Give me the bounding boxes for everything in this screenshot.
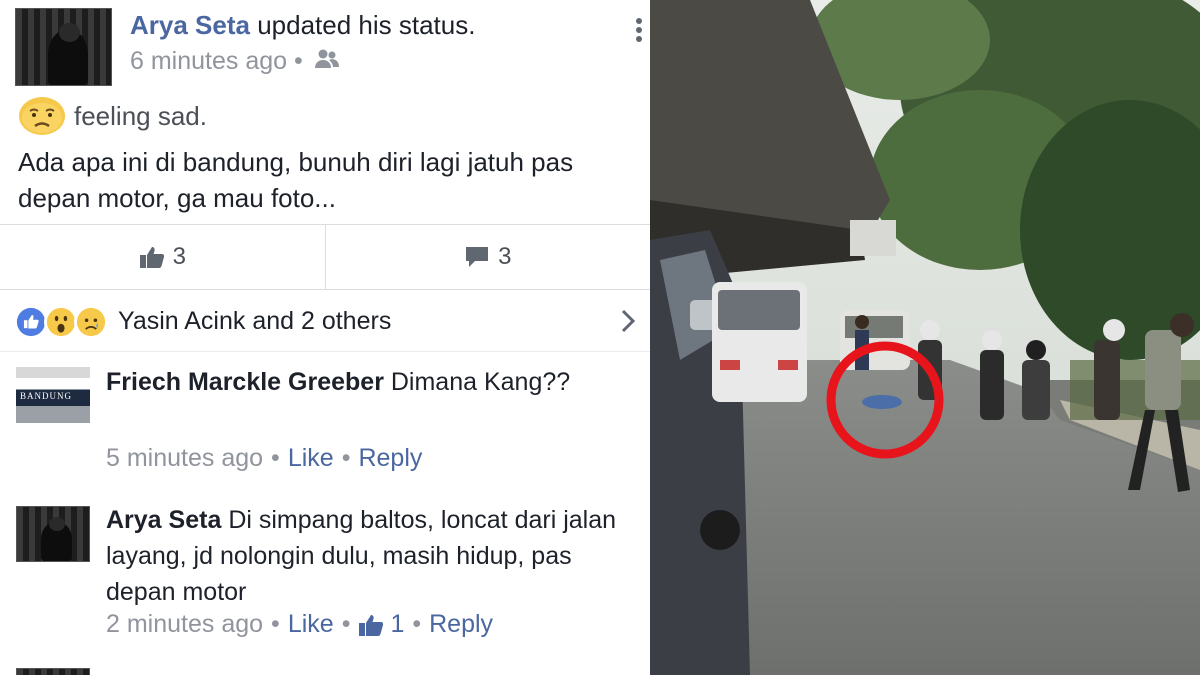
facebook-post-panel: Arya Seta updated his status. 6 minutes … (0, 0, 650, 675)
post-action-text: updated his status. (257, 10, 476, 40)
comment-like-count[interactable]: 1 (390, 610, 404, 639)
commenter-avatar-partial[interactable] (16, 668, 90, 675)
reactions-text: Yasin Acink and 2 others (118, 307, 392, 335)
like-count: 3 (172, 243, 186, 270)
comment-body: Friech Marckle Greeber Dimana Kang?? (106, 364, 636, 400)
thumbs-up-icon (139, 247, 164, 268)
comment-item: BANDUNG Friech Marckle Greeber Dimana Ka… (0, 352, 650, 492)
comment-timestamp[interactable]: 2 minutes ago (106, 610, 263, 639)
status-text: Ada apa ini di bandung, bunuh diri lagi … (18, 147, 574, 213)
comment-count: 3 (498, 243, 512, 270)
author-name-link[interactable]: Arya Seta (130, 10, 250, 40)
like-reaction-icon (14, 304, 48, 339)
commenter-avatar[interactable]: BANDUNG (16, 367, 90, 423)
commenter-name-link[interactable]: Arya Seta (106, 506, 221, 534)
feeling-text: feeling sad. (74, 100, 207, 131)
comment-meta: 5 minutes ago • Like • Reply (106, 444, 423, 473)
reactions-summary[interactable]: Yasin Acink and 2 others (0, 292, 650, 352)
sad-face-icon (19, 97, 65, 135)
wow-reaction-icon (44, 304, 78, 339)
comment-meta: 2 minutes ago • Like • 1 • Reply (106, 610, 494, 639)
comment-text: Dimana Kang?? (390, 368, 571, 396)
comment-timestamp[interactable]: 5 minutes ago (106, 444, 263, 473)
comment-item: Arya Seta Di simpang baltos, loncat dari… (0, 492, 650, 662)
commenter-name-link[interactable]: Friech Marckle Greeber (106, 368, 384, 396)
post-header: Arya Seta updated his status. (130, 10, 475, 41)
comment-reply-link[interactable]: Reply (429, 610, 493, 639)
sad-reaction-icon (74, 304, 108, 339)
post-timestamp[interactable]: 6 minutes ago (130, 47, 287, 75)
chevron-right-icon[interactable] (620, 308, 636, 334)
feeling-row: feeling sad. (18, 96, 207, 136)
commenter-avatar[interactable] (16, 506, 90, 562)
comment-bubble-icon (466, 247, 489, 267)
post-options-menu-icon[interactable] (634, 18, 644, 44)
post-action-bar: 3 3 (0, 224, 650, 290)
comment-count-button[interactable]: 3 (324, 225, 651, 289)
comment-reply-link[interactable]: Reply (358, 444, 422, 473)
comment-like-link[interactable]: Like (288, 444, 334, 473)
street-scene-image (650, 0, 1200, 675)
post-timestamp-row: 6 minutes ago • (130, 47, 340, 77)
author-avatar[interactable] (15, 8, 112, 86)
comment-body: Arya Seta Di simpang baltos, loncat dari… (106, 502, 636, 610)
attached-street-photo[interactable] (650, 0, 1200, 675)
friends-privacy-icon[interactable] (314, 48, 340, 77)
like-count-button[interactable]: 3 (0, 225, 325, 289)
thumbs-up-icon (359, 614, 384, 636)
comment-like-link[interactable]: Like (288, 610, 334, 639)
